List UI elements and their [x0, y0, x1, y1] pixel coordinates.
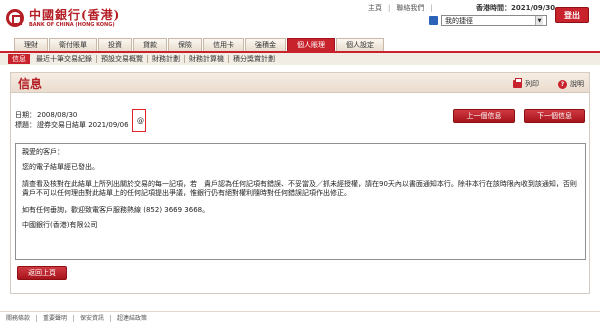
- footer-link-security[interactable]: 保安資訊: [74, 315, 112, 322]
- nav-tab-personal-management[interactable]: 個人賬理: [287, 38, 335, 51]
- message-signature: 中國銀行(香港)有限公司: [22, 221, 98, 229]
- back-button[interactable]: 返回上頁: [17, 266, 67, 280]
- footer-link-disclaimer[interactable]: 重要聲明: [37, 315, 75, 322]
- message-greeting: 親愛的客戶：: [22, 148, 64, 156]
- print-label: 列印: [525, 80, 539, 88]
- divider: |: [430, 4, 433, 12]
- attachment-marker[interactable]: @: [132, 109, 146, 132]
- message-panel: 信息 列印 ? 說明 日期：2008/08/30 標題：證券交易日結單 2021…: [10, 72, 590, 294]
- home-link[interactable]: 主頁: [368, 3, 382, 13]
- chevron-down-icon: ▼: [535, 16, 543, 25]
- logo-chinese-name: 中國銀行(香港): [29, 7, 121, 22]
- nav-tab-personal-settings[interactable]: 個人設定: [336, 38, 384, 51]
- contact-us-link[interactable]: 聯絡我們: [396, 3, 424, 13]
- sub-nav: 信息 最近十筆交易紀錄 預設交易概覽 財務計劃 財務計算機 積分獎賞計劃: [0, 53, 600, 65]
- top-links: 主頁 | 聯絡我們 |: [368, 3, 439, 13]
- hong-kong-time: 香港時間：2021/09/30: [476, 4, 556, 12]
- help-label: 說明: [570, 80, 584, 88]
- divider: |: [388, 4, 391, 12]
- page-title: 信息: [18, 77, 43, 91]
- print-link[interactable]: 列印: [513, 78, 539, 89]
- nav-tab-credit-card[interactable]: 信用卡: [203, 38, 244, 51]
- footer-links: 關務條款 重要聲明 保安資訊 超連結政策: [6, 315, 153, 322]
- nav-tab-loans[interactable]: 貸款: [133, 38, 167, 51]
- main-nav: 理財 衛付賬單 投資 貸款 保險 信用卡 強積金 個人賬理 個人設定: [14, 38, 385, 51]
- message-subject-row: 標題：證券交易日結單 2021/09/06: [15, 120, 129, 130]
- previous-message-button[interactable]: 上一個信息: [453, 109, 515, 123]
- date-value: 2008/08/30: [37, 111, 78, 119]
- help-link[interactable]: ? 說明: [558, 79, 584, 89]
- help-icon: ?: [558, 79, 567, 89]
- nav-tab-insurance[interactable]: 保險: [168, 38, 202, 51]
- next-message-button[interactable]: 下一個信息: [524, 109, 585, 123]
- subtab-recent-transactions[interactable]: 最近十筆交易紀錄: [32, 55, 97, 63]
- date-label: 日期：: [15, 111, 36, 119]
- favourites-icon: [429, 16, 438, 25]
- panel-title-bar: 信息 列印 ? 說明: [11, 73, 589, 93]
- print-icon: [513, 78, 522, 88]
- subtab-financial-planning[interactable]: 財務計劃: [148, 55, 185, 63]
- subtab-financial-calculator[interactable]: 財務計算機: [185, 55, 229, 63]
- at-symbol: @: [137, 116, 144, 125]
- subject-value: 證券交易日結單 2021/09/06: [37, 121, 129, 129]
- subtab-scheduled-transactions[interactable]: 預設交易概覽: [97, 55, 148, 63]
- nav-tab-wealth[interactable]: 理財: [14, 38, 48, 51]
- logout-button[interactable]: 登出: [555, 7, 589, 23]
- boc-logo-icon: [6, 9, 24, 27]
- footer-divider: [0, 311, 600, 312]
- subject-label: 標題：: [15, 121, 36, 129]
- message-meta: 日期：2008/08/30 標題：證券交易日結單 2021/09/06: [15, 110, 129, 130]
- bank-logo[interactable]: 中國銀行(香港) BANK OF CHINA (HONG KONG): [6, 4, 146, 32]
- message-body: 親愛的客戶： 您的電子結單經已發出。 請查看及核對在此結單上所列出關於交易的每一…: [15, 143, 586, 260]
- message-line-2: 請查看及核對在此結單上所列出關於交易的每一記項，若 貴戶認為任何記項有錯誤、不妥…: [22, 180, 584, 197]
- message-date-row: 日期：2008/08/30: [15, 110, 129, 120]
- subtab-rewards-programme[interactable]: 積分獎賞計劃: [229, 55, 279, 63]
- nav-tab-bill-payment[interactable]: 衛付賬單: [49, 38, 97, 51]
- footer-link-terms[interactable]: 關務條款: [6, 315, 38, 322]
- subtab-messages[interactable]: 信息: [8, 54, 30, 64]
- nav-tab-investment[interactable]: 投資: [98, 38, 132, 51]
- message-line-1: 您的電子結單經已發出。: [22, 163, 99, 171]
- favourites-select[interactable]: 我的捷徑 ▼: [441, 15, 547, 26]
- favourites-selected-value: 我的捷徑: [445, 16, 473, 25]
- footer-link-hyperlink-policy[interactable]: 超連結政策: [111, 315, 153, 322]
- message-line-3: 如有任何垂詢，歡迎致電客戶服務熱線 (852) 3669 3668。: [22, 206, 210, 214]
- nav-tab-mpf[interactable]: 強積金: [245, 38, 286, 51]
- logo-english-name: BANK OF CHINA (HONG KONG): [29, 21, 115, 28]
